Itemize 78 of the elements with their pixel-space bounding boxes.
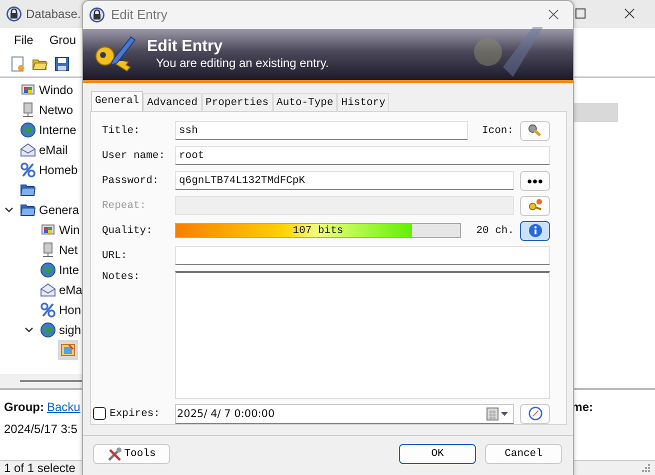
tree-item[interactable]: sigh [38,320,84,340]
tree-item[interactable]: Net [38,240,80,260]
banner-title: Edit Entry [147,38,224,56]
computer-icon [20,102,36,118]
ok-button[interactable]: OK [399,444,476,464]
resize-grip-icon[interactable] [641,463,651,473]
field-label: User name: [102,150,166,162]
save-icon[interactable] [54,56,70,72]
globe-icon [20,122,36,138]
field-label: Notes: [102,270,141,283]
tree-item[interactable]: Hon [38,300,84,320]
new-file-icon[interactable] [10,56,26,72]
cancel-button[interactable]: Cancel [485,444,562,464]
password-field[interactable]: q6gnLTB74L132TMdFCpK [175,171,514,190]
field-label: Icon: [482,124,514,137]
password-length: 20 ch. [476,224,514,237]
tab[interactable]: Advanced [143,92,202,111]
info-button[interactable] [520,220,550,241]
tree-item[interactable]: Netwo [18,100,76,120]
window-title: Database. [26,6,81,21]
tree-item[interactable]: Genera [18,200,82,220]
generate-button[interactable] [520,196,550,216]
expires-checkbox[interactable] [93,407,106,420]
group-label: Group: [4,400,44,414]
tree-item[interactable]: eMail [18,140,70,160]
url-field[interactable] [175,246,550,266]
dialog-title: Edit Entry [111,7,168,22]
field-label: Repeat: [102,200,148,212]
tree-item[interactable]: eMa [38,280,84,300]
modified-date: 2024/5/17 3:5 [4,422,78,436]
menu-item[interactable]: Grou [49,32,76,47]
entry-icon [60,342,76,358]
group-link[interactable]: Backu [47,400,80,414]
tree-item[interactable]: Windo [18,80,76,100]
clock-button[interactable] [520,404,550,424]
field-label: URL: [102,250,128,262]
close-icon[interactable] [624,8,635,20]
folder-icon [20,182,36,198]
globe-icon [40,262,56,278]
tree-item[interactable]: Win [38,220,82,240]
tab[interactable]: Properties [202,92,273,111]
percent-icon [20,162,36,178]
show-password-button[interactable]: ●●● [520,170,550,191]
folder-icon [20,202,36,218]
field-label: Expires: [110,408,160,420]
chevron-icon[interactable] [24,324,34,335]
envelope-icon [40,282,56,298]
field-label: Title: [102,124,141,137]
username-field[interactable]: root [175,146,550,166]
percent-icon [40,302,56,318]
tree-item[interactable]: Homeb [18,160,80,180]
globe-icon [40,322,56,338]
tree-item[interactable]: Inte [38,260,82,280]
maximize-icon[interactable] [575,8,586,20]
field-label: Password: [102,174,160,187]
close-icon[interactable] [548,9,559,20]
icon-picker-button[interactable] [520,120,550,141]
chevron-icon[interactable] [4,204,14,215]
banner-subtitle: You are editing an existing entry. [155,56,329,70]
lock-icon [89,6,105,23]
expiry-date-field[interactable]: 2025/ 4/ 7 0:00:00 [175,404,514,424]
info-icon [528,223,542,238]
title-field[interactable]: ssh [175,121,468,140]
computer-icon [40,242,56,258]
calendar-dropdown-icon[interactable] [486,406,510,421]
tab[interactable]: Auto-Type [272,92,338,111]
status-text: 1 of 1 selecte [4,461,76,475]
menu-item[interactable]: File [14,32,34,47]
tools-icon [107,446,124,462]
field-label: Quality: [102,224,154,237]
envelope-icon [20,142,36,158]
notes-field[interactable] [175,270,550,399]
lock-icon [6,6,22,22]
quality-bits: 107 bits [292,224,344,238]
tab[interactable]: History [337,92,390,111]
tools-button[interactable]: Tools [93,444,170,464]
tree-item[interactable]: Interne [18,120,78,140]
tab[interactable]: General [91,90,144,111]
